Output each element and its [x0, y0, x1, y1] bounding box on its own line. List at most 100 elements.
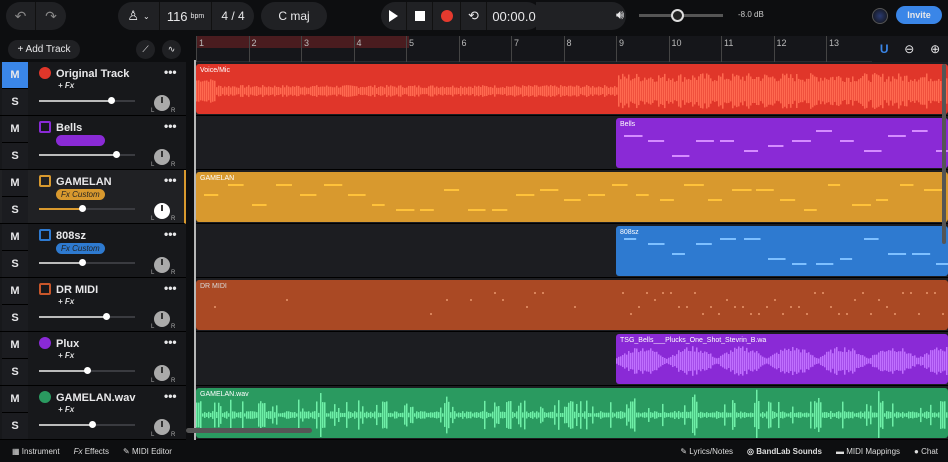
pan-knob[interactable] [154, 365, 170, 381]
track-lane[interactable]: TSG_Bells___Plucks_One_Shot_Stevrin_B.wa [196, 332, 948, 386]
vertical-scrollbar[interactable] [942, 64, 946, 244]
more-options-icon[interactable]: ••• [164, 389, 177, 403]
horizontal-scrollbar[interactable] [186, 428, 312, 433]
track-volume-slider[interactable] [39, 424, 135, 426]
track-volume-slider[interactable] [39, 262, 135, 264]
track-volume-slider[interactable] [39, 370, 135, 372]
pan-knob[interactable] [154, 257, 170, 273]
effects-button[interactable]: Fx Effects [74, 447, 109, 456]
clip[interactable]: Bells [616, 118, 948, 168]
mute-button[interactable]: M [2, 386, 28, 413]
fx-button[interactable]: + Fx [58, 297, 74, 306]
track-header[interactable]: M S Original Track + Fx ••• L R [0, 62, 186, 116]
clip[interactable]: DR MIDI [196, 280, 948, 330]
track-volume-slider[interactable] [39, 100, 135, 102]
track-lane[interactable]: GAMELAN [196, 170, 948, 224]
clip[interactable]: 808sz [616, 226, 948, 276]
zoom-out-icon[interactable]: ⊖ [904, 42, 914, 56]
avatar[interactable] [872, 8, 888, 24]
track-header[interactable]: M S 808sz Fx Custom ••• L R [0, 224, 186, 278]
track-name[interactable]: GAMELAN.wav [56, 392, 135, 404]
master-volume-slider[interactable] [639, 14, 723, 17]
track-header[interactable]: M S GAMELAN.wav + Fx ••• L R [0, 386, 186, 440]
track-header[interactable]: M S DR MIDI + Fx ••• L R [0, 278, 186, 332]
mute-button[interactable]: M [2, 62, 28, 89]
solo-button[interactable]: S [2, 251, 28, 278]
waveform-button[interactable]: ∿ [162, 40, 181, 59]
track-header[interactable]: M S Plux + Fx ••• L R [0, 332, 186, 386]
mute-button[interactable]: M [2, 332, 28, 359]
mute-button[interactable]: M [2, 116, 28, 143]
automation-button[interactable]: ⟋ [136, 40, 155, 59]
more-options-icon[interactable]: ••• [164, 281, 177, 295]
track-name[interactable]: GAMELAN [56, 176, 112, 188]
fx-button[interactable]: + Fx [58, 405, 74, 414]
track-lane[interactable]: Voice/Mic [196, 62, 948, 116]
track-name[interactable]: Plux [56, 338, 79, 350]
more-options-icon[interactable]: ••• [164, 119, 177, 133]
undo-button[interactable]: ↶ [6, 2, 36, 30]
track-header[interactable]: M S GAMELAN Fx Custom ••• L R [0, 170, 186, 224]
solo-button[interactable]: S [2, 359, 28, 386]
more-options-icon[interactable]: ••• [164, 65, 177, 79]
track-volume-slider[interactable] [39, 208, 135, 210]
more-options-icon[interactable]: ••• [164, 227, 177, 241]
track-name[interactable]: Bells [56, 122, 82, 134]
track-name[interactable]: Original Track [56, 68, 129, 80]
mute-button[interactable]: M [2, 170, 28, 197]
bpm-field[interactable]: 116bpm [160, 2, 212, 30]
midi-mappings-button[interactable]: ▬ MIDI Mappings [836, 447, 900, 456]
mute-button[interactable]: M [2, 278, 28, 305]
clip[interactable]: Voice/Mic [196, 64, 948, 114]
fx-button[interactable]: Fx Custom [56, 189, 105, 200]
metronome-button[interactable]: ♙⌄ [118, 2, 160, 30]
track-lane[interactable]: Bells [196, 116, 948, 170]
record-button[interactable] [433, 2, 461, 30]
solo-button[interactable]: S [2, 197, 28, 224]
fx-button[interactable]: Fx Custom [56, 135, 105, 146]
solo-button[interactable]: S [2, 143, 28, 170]
add-track-button[interactable]: + Add Track [8, 40, 80, 59]
loop-region[interactable] [196, 36, 409, 48]
pan-knob[interactable] [154, 95, 170, 111]
bandlab-sounds-button[interactable]: ◎ BandLab Sounds [747, 447, 822, 456]
track-header[interactable]: M S Bells Fx Custom ••• L R [0, 116, 186, 170]
clip[interactable]: GAMELAN [196, 172, 948, 222]
zoom-in-icon[interactable]: ⊕ [930, 42, 940, 56]
timeline-ruler[interactable]: 12345678910111213 [196, 36, 872, 62]
pan-knob[interactable] [154, 203, 170, 219]
track-name[interactable]: 808sz [56, 230, 86, 242]
redo-button[interactable]: ↷ [36, 2, 66, 30]
pan-knob[interactable] [154, 419, 170, 435]
playhead[interactable] [194, 60, 196, 440]
fx-button[interactable]: + Fx [58, 351, 74, 360]
master-volume-thumb[interactable] [671, 9, 684, 22]
more-options-icon[interactable]: ••• [164, 173, 177, 187]
loop-button[interactable]: ⟲ [461, 2, 487, 30]
stop-button[interactable] [407, 2, 433, 30]
lyrics-notes-button[interactable]: ✎ Lyrics/Notes [680, 447, 733, 456]
track-volume-slider[interactable] [39, 154, 135, 156]
solo-button[interactable]: S [2, 413, 28, 440]
instrument-button[interactable]: ▦ Instrument [12, 447, 60, 456]
fx-button[interactable]: + Fx [58, 81, 74, 90]
fx-button[interactable]: Fx Custom [56, 243, 105, 254]
track-lane[interactable]: 808sz [196, 224, 948, 278]
snap-magnet-icon[interactable]: U [880, 42, 889, 56]
solo-button[interactable]: S [2, 305, 28, 332]
clip[interactable]: TSG_Bells___Plucks_One_Shot_Stevrin_B.wa [616, 334, 948, 384]
solo-button[interactable]: S [2, 89, 28, 116]
play-button[interactable] [381, 2, 407, 30]
chat-button[interactable]: ● Chat [914, 447, 938, 456]
invite-button[interactable]: Invite [896, 6, 942, 24]
track-volume-slider[interactable] [39, 316, 135, 318]
pan-knob[interactable] [154, 149, 170, 165]
track-lane[interactable]: DR MIDI [196, 278, 948, 332]
more-options-icon[interactable]: ••• [164, 335, 177, 349]
midi-editor-button[interactable]: ✎ MIDI Editor [123, 447, 172, 456]
pan-knob[interactable] [154, 311, 170, 327]
mute-button[interactable]: M [2, 224, 28, 251]
track-name[interactable]: DR MIDI [56, 284, 98, 296]
time-signature[interactable]: 4 / 4 [212, 2, 254, 30]
key-selector[interactable]: C maj [261, 2, 327, 30]
